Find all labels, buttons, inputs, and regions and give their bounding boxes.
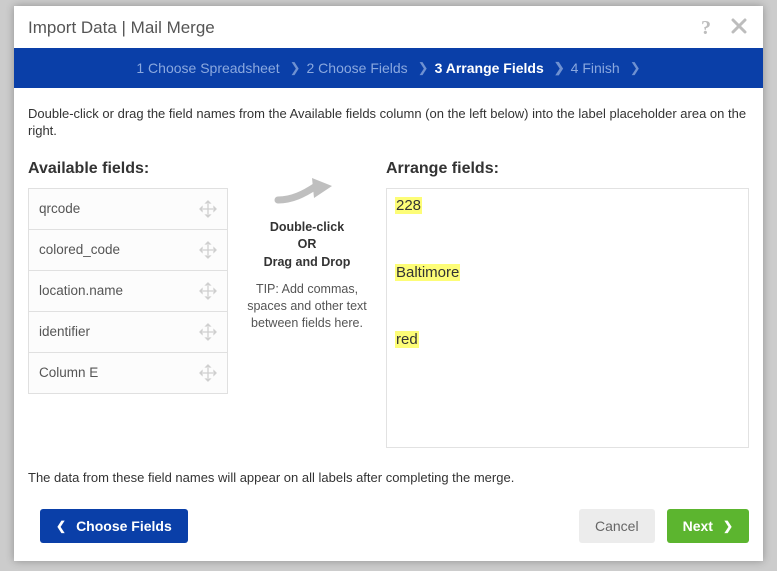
field-label: Column E xyxy=(39,365,98,380)
chevron-right-icon: ❯ xyxy=(723,519,733,533)
field-label: colored_code xyxy=(39,242,120,257)
modal-footer: ❮ Choose Fields Cancel Next ❯ xyxy=(14,493,763,561)
step-label: 1 Choose Spreadsheet xyxy=(136,60,279,76)
step-4-finish[interactable]: 4 Finish ❯ xyxy=(571,60,641,76)
step-label: 3 Arrange Fields xyxy=(435,60,544,76)
back-button[interactable]: ❮ Choose Fields xyxy=(40,509,188,543)
modal-title: Import Data | Mail Merge xyxy=(28,18,215,38)
hint-line: OR xyxy=(242,236,372,254)
merge-field[interactable]: Baltimore xyxy=(395,264,460,281)
field-item-colored-code[interactable]: colored_code xyxy=(29,230,227,271)
middle-hint-column: Double-click OR Drag and Drop TIP: Add c… xyxy=(242,160,372,332)
close-icon[interactable] xyxy=(731,18,747,38)
available-fields-column: Available fields: qrcode colored_code xyxy=(28,160,228,394)
arrange-fields-column: Arrange fields: 228 Baltimore red xyxy=(386,160,749,448)
button-label: Cancel xyxy=(595,518,639,534)
help-icon[interactable]: ? xyxy=(701,18,711,38)
instructions-text: Double-click or drag the field names fro… xyxy=(28,106,749,140)
modal-header: Import Data | Mail Merge ? xyxy=(14,6,763,48)
merge-field[interactable]: red xyxy=(395,331,419,348)
field-label: location.name xyxy=(39,283,123,298)
chevron-right-icon: ❯ xyxy=(418,60,429,76)
modal-header-actions: ? xyxy=(701,18,747,38)
available-fields-title: Available fields: xyxy=(28,160,228,178)
chevron-right-icon: ❯ xyxy=(290,60,301,76)
button-label: Next xyxy=(683,518,713,534)
arrow-right-icon xyxy=(242,174,372,211)
chevron-right-icon: ❯ xyxy=(630,60,641,76)
available-fields-list: qrcode colored_code locati xyxy=(28,188,228,394)
hint-line: Drag and Drop xyxy=(242,254,372,272)
merge-field[interactable]: 228 xyxy=(395,197,422,214)
cancel-button[interactable]: Cancel xyxy=(579,509,655,543)
move-icon xyxy=(199,241,217,259)
arrange-fields-title: Arrange fields: xyxy=(386,160,749,178)
step-label: 4 Finish xyxy=(571,60,620,76)
import-data-modal: Import Data | Mail Merge ? 1 Choose Spre… xyxy=(14,6,763,561)
field-label: identifier xyxy=(39,324,90,339)
step-2-choose-fields[interactable]: 2 Choose Fields ❯ xyxy=(307,60,429,76)
move-icon xyxy=(199,282,217,300)
step-3-arrange-fields[interactable]: 3 Arrange Fields ❯ xyxy=(435,60,565,76)
arrange-fields-editor[interactable]: 228 Baltimore red xyxy=(386,188,749,448)
move-icon xyxy=(199,364,217,382)
step-label: 2 Choose Fields xyxy=(307,60,408,76)
footer-note: The data from these field names will app… xyxy=(28,470,749,485)
wizard-steps: 1 Choose Spreadsheet ❯ 2 Choose Fields ❯… xyxy=(14,48,763,88)
field-item-qrcode[interactable]: qrcode xyxy=(29,189,227,230)
move-icon xyxy=(199,200,217,218)
move-icon xyxy=(199,323,217,341)
hint-line: Double-click xyxy=(242,219,372,237)
step-1-choose-spreadsheet[interactable]: 1 Choose Spreadsheet ❯ xyxy=(136,60,300,76)
middle-hint-strong: Double-click OR Drag and Drop xyxy=(242,219,372,272)
chevron-left-icon: ❮ xyxy=(56,519,66,533)
button-label: Choose Fields xyxy=(76,518,172,534)
field-item-identifier[interactable]: identifier xyxy=(29,312,227,353)
field-item-column-e[interactable]: Column E xyxy=(29,353,227,393)
middle-tip: TIP: Add commas, spaces and other text b… xyxy=(242,281,372,332)
modal-body: Double-click or drag the field names fro… xyxy=(14,88,763,493)
next-button[interactable]: Next ❯ xyxy=(667,509,749,543)
chevron-right-icon: ❯ xyxy=(554,60,565,76)
field-label: qrcode xyxy=(39,201,80,216)
field-item-location-name[interactable]: location.name xyxy=(29,271,227,312)
